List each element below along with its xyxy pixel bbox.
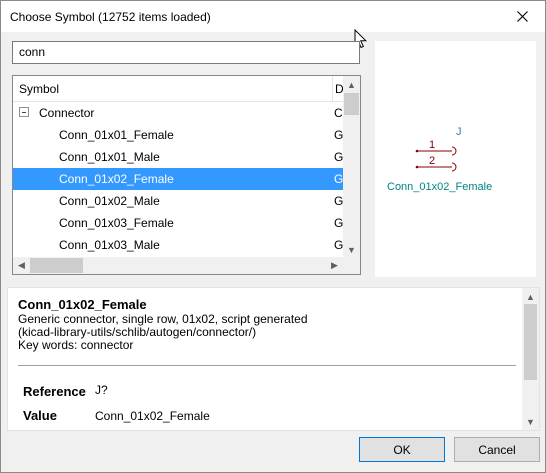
value-label: Value bbox=[23, 408, 57, 423]
tree-row-label: Conn_01x02_Male bbox=[59, 194, 160, 208]
pin-number: 2 bbox=[429, 155, 435, 167]
scroll-thumb[interactable] bbox=[524, 304, 537, 380]
tree-row-label: Conn_01x01_Female bbox=[59, 128, 174, 142]
tree-row[interactable]: Conn_01x02_Male G bbox=[13, 190, 343, 212]
pin-number: 1 bbox=[429, 139, 435, 151]
tree-horizontal-scrollbar[interactable]: ◀ ▶ bbox=[13, 257, 343, 274]
tree-row-label: Connector bbox=[39, 106, 95, 120]
info-keywords: Key words: connector bbox=[18, 338, 134, 352]
symbol-tree[interactable]: Symbol D Connector C Conn_01x01_Female G… bbox=[12, 75, 361, 275]
ok-button[interactable]: OK bbox=[359, 437, 445, 462]
symbol-preview-canvas: J 1 2 Conn_01x02_Female bbox=[387, 126, 492, 193]
tree-row-label: Conn_01x01_Male bbox=[59, 150, 160, 164]
value-value: Conn_01x02_Female bbox=[95, 409, 210, 423]
tree-row[interactable]: Conn_01x03_Female G bbox=[13, 212, 343, 234]
symbol-preview: J 1 2 Conn_01x02_Female bbox=[375, 41, 536, 277]
info-symbol-name: Conn_01x02_Female bbox=[18, 297, 147, 312]
scroll-right-icon[interactable]: ▶ bbox=[326, 257, 343, 274]
title-bar[interactable]: Choose Symbol (12752 items loaded) bbox=[1, 1, 545, 32]
reference-value: J? bbox=[95, 383, 108, 397]
column-header-symbol[interactable]: Symbol bbox=[13, 76, 333, 102]
scroll-thumb[interactable] bbox=[344, 93, 359, 115]
tree-row-label: Conn_01x03_Male bbox=[59, 238, 160, 252]
scrollbar-corner bbox=[343, 257, 360, 274]
symbol-info-panel: Conn_01x02_Female Generic connector, sin… bbox=[7, 287, 540, 431]
preview-value: Conn_01x02_Female bbox=[387, 181, 492, 193]
pin-end-icon bbox=[415, 149, 419, 153]
scroll-up-icon[interactable]: ▲ bbox=[343, 76, 360, 93]
reference-label: Reference bbox=[23, 384, 86, 399]
cancel-button[interactable]: Cancel bbox=[454, 437, 540, 462]
tree-row-label: Conn_01x02_Female bbox=[59, 172, 174, 186]
pin-socket-icon bbox=[451, 162, 457, 172]
info-vertical-scrollbar[interactable]: ▲ ▼ bbox=[522, 288, 539, 430]
tree-row[interactable]: Conn_01x01_Male G bbox=[13, 146, 343, 168]
pin-socket-icon bbox=[451, 146, 457, 156]
tree-vertical-scrollbar[interactable]: ▲ ▼ bbox=[343, 76, 360, 258]
scroll-thumb[interactable] bbox=[30, 258, 83, 273]
window-title: Choose Symbol (12752 items loaded) bbox=[10, 10, 211, 24]
tree-row-connector[interactable]: Connector C bbox=[13, 102, 343, 124]
scroll-up-icon[interactable]: ▲ bbox=[522, 288, 539, 305]
choose-symbol-dialog: Choose Symbol (12752 items loaded) conn … bbox=[0, 0, 546, 473]
search-input[interactable]: conn bbox=[12, 41, 360, 64]
tree-header: Symbol D bbox=[13, 76, 344, 102]
tree-row-label: Conn_01x03_Female bbox=[59, 216, 174, 230]
tree-row-selected[interactable]: Conn_01x02_Female G bbox=[13, 168, 343, 190]
tree-row[interactable]: Conn_01x01_Female G bbox=[13, 124, 343, 146]
close-icon bbox=[517, 11, 528, 22]
scroll-left-icon[interactable]: ◀ bbox=[13, 257, 30, 274]
collapse-icon[interactable] bbox=[19, 107, 29, 117]
close-button[interactable] bbox=[500, 1, 545, 32]
pin-end-icon bbox=[415, 165, 419, 169]
preview-reference: J bbox=[456, 126, 462, 138]
divider bbox=[18, 365, 516, 366]
scroll-down-icon[interactable]: ▼ bbox=[522, 413, 539, 430]
tree-row[interactable]: Conn_01x03_Male G bbox=[13, 234, 343, 256]
scroll-down-icon[interactable]: ▼ bbox=[343, 241, 360, 258]
